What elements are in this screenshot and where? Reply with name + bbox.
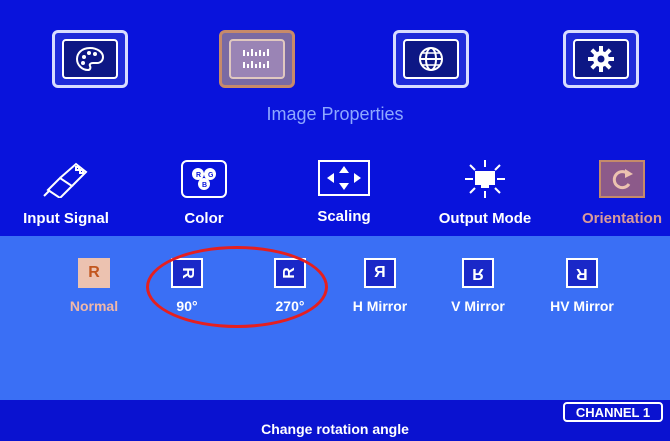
- top-menu-palette[interactable]: [52, 30, 128, 88]
- category-output-mode[interactable]: Output Mode: [425, 160, 545, 227]
- status-text: Change rotation angle: [261, 421, 409, 437]
- orientation-h-mirror-icon: R: [364, 258, 396, 288]
- top-menu-image-properties[interactable]: [219, 30, 295, 88]
- menu-title: Image Properties: [266, 104, 404, 124]
- option-normal[interactable]: R Normal: [46, 258, 142, 314]
- orientation-normal-icon: R: [78, 258, 110, 288]
- highlight-ring: [146, 246, 328, 328]
- category-label: Scaling: [317, 208, 371, 225]
- svg-text:G: G: [208, 172, 214, 179]
- option-hv-mirror[interactable]: R HV Mirror: [534, 258, 630, 314]
- gear-icon: [588, 46, 614, 72]
- option-label: Normal: [69, 298, 119, 314]
- option-label: HV Mirror: [550, 298, 614, 314]
- svg-text:R: R: [196, 172, 201, 179]
- option-v-mirror[interactable]: R V Mirror: [430, 258, 526, 314]
- channel-badge: CHANNEL 1: [563, 402, 663, 422]
- category-color[interactable]: R G B Color: [144, 160, 264, 227]
- orientation-v-mirror-icon: R: [462, 258, 494, 288]
- orientation-hv-mirror-icon: R: [566, 258, 598, 288]
- monitor-sun-icon: [465, 160, 505, 198]
- image-properties-icon: [243, 49, 269, 68]
- top-menu-globe[interactable]: [393, 30, 469, 88]
- rotate-icon: [612, 169, 633, 190]
- usb-cable-icon: [43, 162, 88, 198]
- category-label: Input Signal: [23, 210, 109, 227]
- category-label: Output Mode: [438, 210, 532, 227]
- option-h-mirror[interactable]: R H Mirror: [332, 258, 428, 314]
- top-menu-settings[interactable]: [563, 30, 639, 88]
- scaling-arrows-icon: [327, 166, 361, 190]
- option-label: H Mirror: [352, 298, 408, 314]
- globe-icon: [419, 47, 443, 71]
- category-orientation[interactable]: Orientation: [562, 160, 670, 227]
- category-label: Orientation: [581, 210, 662, 227]
- option-label: V Mirror: [451, 298, 505, 314]
- category-label: Color: [184, 210, 224, 227]
- svg-text:B: B: [202, 182, 207, 189]
- palette-icon: [75, 46, 105, 72]
- category-input-signal[interactable]: Input Signal: [6, 160, 126, 227]
- color-dots-icon: R G B: [192, 168, 216, 190]
- category-scaling[interactable]: Scaling: [284, 160, 404, 225]
